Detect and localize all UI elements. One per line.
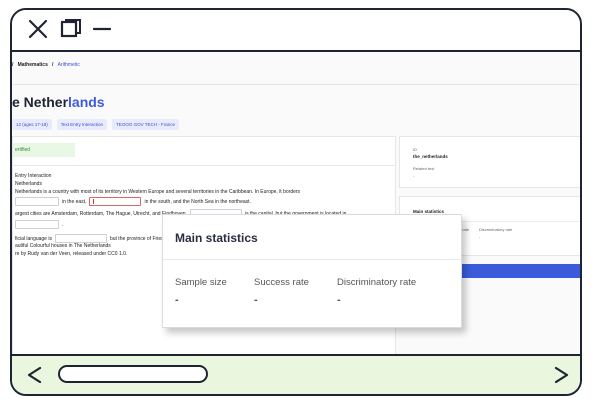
image-credit: re by Rudy van der Veen, released under … <box>15 251 128 257</box>
answer-blank-2[interactable] <box>89 197 142 206</box>
bottom-navigation-bar <box>12 354 580 394</box>
exercise-line: re by Rudy van der Veen, released under … <box>15 251 127 257</box>
page-title-part2: lands <box>68 94 105 110</box>
sample-size-value: - <box>175 294 179 306</box>
tag-interaction[interactable]: Text Entry Interaction <box>56 119 108 130</box>
breadcrumb-mathematics[interactable]: Mathematics <box>18 62 48 68</box>
title-bar <box>12 10 580 52</box>
small-stat-discriminatory-rate-value: - <box>479 234 481 239</box>
exercise-line: autiful Colourful houses in The Netherla… <box>15 243 111 249</box>
exercise-line: Netherlands <box>15 181 42 187</box>
main-statistics-divider <box>163 259 461 260</box>
tag-list: 12 (ages 17-18) Text Entry Interaction T… <box>12 119 179 130</box>
small-stat-discriminatory-rate-label: Discriminatory rate <box>479 227 513 232</box>
breadcrumb-separator: / <box>52 62 54 68</box>
exercise-line: Entry Interaction <box>15 173 51 179</box>
chevron-right-icon[interactable] <box>552 366 570 389</box>
exercise-line: in the east, in the south, and the North… <box>15 197 251 206</box>
exercise-name-label: Netherlands <box>15 181 42 187</box>
image-caption: autiful Colourful houses in The Netherla… <box>15 243 111 249</box>
metadata-card: ID the_netherlands Related text - <box>399 136 580 188</box>
id-value: the_netherlands <box>413 154 448 159</box>
tag-level[interactable]: 12 (ages 17-18) <box>12 119 52 130</box>
success-rate-value: - <box>254 294 258 306</box>
exercise-line: . <box>15 220 63 229</box>
exercise-text: ficial language is <box>15 235 52 242</box>
answer-blank-4[interactable] <box>15 220 59 229</box>
breadcrumb: / Mathematics / Arithmetic <box>12 62 80 68</box>
answer-blank-5[interactable] <box>54 234 107 243</box>
minimize-icon[interactable] <box>92 19 112 44</box>
discriminatory-rate-label: Discriminatory rate <box>337 277 417 288</box>
success-rate-label: Success rate <box>254 277 309 288</box>
breadcrumb-divider <box>12 84 580 85</box>
exercise-type-label: Entry Interaction <box>15 173 52 179</box>
related-text-label: Related text <box>413 166 435 171</box>
exercise-line: Netherlands is a country with most of it… <box>15 189 300 195</box>
chevron-left-icon[interactable] <box>26 366 44 389</box>
scroll-handle[interactable] <box>58 365 208 383</box>
exercise-text: in the south, and the North Sea in the n… <box>144 198 251 205</box>
card-divider <box>13 165 395 166</box>
related-text-value: - <box>413 173 415 178</box>
close-icon[interactable] <box>28 19 48 44</box>
maximize-icon[interactable] <box>60 19 82 44</box>
breadcrumb-separator: / <box>12 62 14 68</box>
discriminatory-rate-value: - <box>337 294 341 306</box>
exercise-text: in the east, <box>62 198 87 205</box>
page-title-part1: e Nether <box>12 94 69 110</box>
page-title: e Netherlands <box>12 94 105 110</box>
breadcrumb-arithmetic[interactable]: Arithmetic <box>58 62 80 68</box>
id-label: ID <box>413 147 417 152</box>
certified-badge: ertified <box>13 143 75 157</box>
main-statistics-zoom-panel: Main statistics Sample size Success rate… <box>162 214 462 328</box>
sample-size-label: Sample size <box>175 277 227 288</box>
main-statistics-title: Main statistics <box>175 231 258 245</box>
exercise-text: Netherlands is a country with most of it… <box>15 189 301 195</box>
exercise-text: . <box>62 221 64 228</box>
text-caret <box>93 199 95 204</box>
answer-blank-1[interactable] <box>15 197 59 206</box>
tag-author[interactable]: TEOOO GOV TECH - France <box>112 119 179 130</box>
device-frame: / Mathematics / Arithmetic e Netherlands… <box>10 8 582 396</box>
